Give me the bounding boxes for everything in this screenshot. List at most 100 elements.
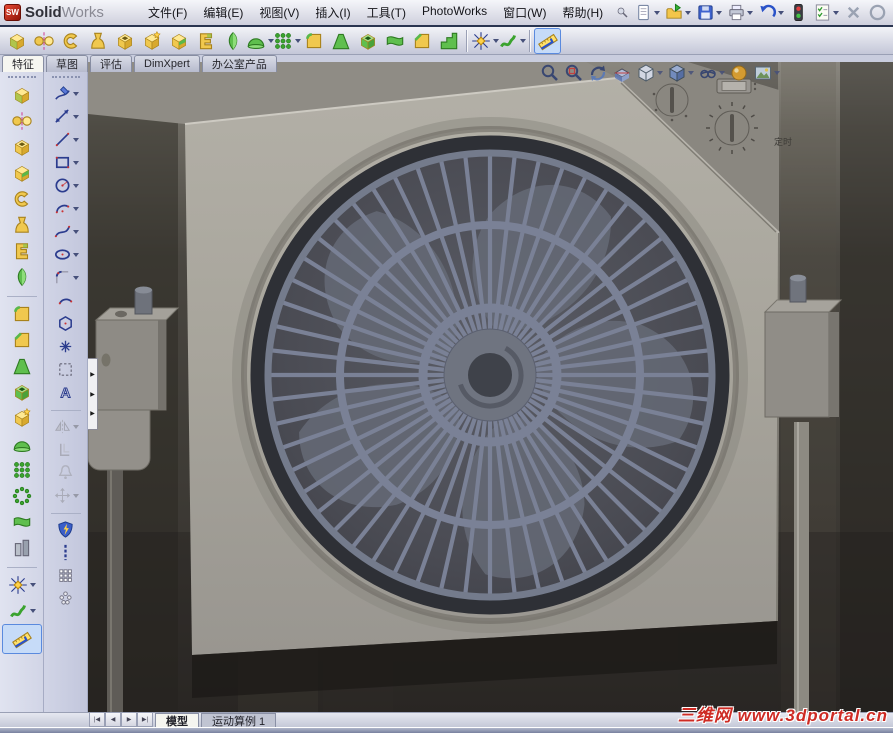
menu-item-6[interactable]: 窗口(W) — [495, 0, 554, 25]
dropdown-caret-icon[interactable] — [72, 183, 79, 188]
dome-button[interactable] — [2, 431, 42, 457]
edit-appearance-button[interactable] — [729, 63, 749, 83]
wrap-button[interactable] — [2, 509, 42, 535]
bottom-tab-1[interactable]: 运动算例 1 — [201, 713, 277, 728]
display-style-button[interactable] — [667, 63, 694, 83]
line-button[interactable] — [46, 128, 86, 151]
viewport-3d[interactable]: 定时 ▶ ▶ ▶ — [88, 62, 893, 712]
rebuild-button[interactable] — [867, 2, 888, 23]
toolbar-grip[interactable] — [51, 76, 80, 78]
tab-评估[interactable]: 评估 — [90, 55, 132, 72]
dropdown-caret-icon[interactable] — [747, 10, 753, 15]
dropdown-caret-icon[interactable] — [30, 609, 36, 613]
menu-item-3[interactable]: 插入(I) — [307, 0, 358, 25]
nav-previous-button[interactable]: ◀ — [105, 713, 121, 727]
dropdown-caret-icon[interactable] — [72, 91, 79, 96]
dropdown-caret-icon[interactable] — [72, 275, 79, 280]
menu-item-4[interactable]: 工具(T) — [359, 0, 414, 25]
hide-show-items-button[interactable] — [698, 63, 725, 83]
dropdown-caret-icon[interactable] — [72, 252, 79, 257]
shell-button[interactable] — [2, 379, 42, 405]
dropdown-caret-icon[interactable] — [72, 424, 79, 429]
quick-snaps-button[interactable] — [46, 518, 86, 541]
corner-rectangle-button[interactable] — [46, 151, 86, 174]
extruded-boss-button[interactable] — [3, 28, 30, 54]
chamfer-button[interactable] — [408, 28, 435, 54]
polygon-button[interactable] — [46, 312, 86, 335]
nav-last-button[interactable]: ▶| — [137, 713, 153, 727]
undo-button[interactable] — [757, 2, 785, 23]
circular-pattern-button[interactable] — [2, 483, 42, 509]
dropdown-caret-icon[interactable] — [72, 493, 79, 498]
lofted-boss-button[interactable] — [84, 28, 111, 54]
ellipse-button[interactable] — [46, 243, 86, 266]
dropdown-caret-icon[interactable] — [30, 583, 36, 587]
toolbar-grip[interactable] — [7, 76, 36, 78]
close-document-button[interactable] — [843, 2, 864, 23]
bottom-tab-0[interactable]: 模型 — [155, 713, 199, 728]
revolved-boss-button[interactable] — [30, 28, 57, 54]
lofted-boss-button[interactable] — [2, 212, 42, 238]
tangent-arc-button[interactable] — [46, 289, 86, 312]
fillet-button[interactable] — [2, 301, 42, 327]
tab-办公室产品[interactable]: 办公室产品 — [201, 55, 277, 72]
menu-item-2[interactable]: 视图(V) — [251, 0, 307, 25]
revolved-boss-button[interactable] — [2, 108, 42, 134]
nav-first-button[interactable]: |◀ — [89, 713, 105, 727]
dropdown-caret-icon[interactable] — [72, 114, 79, 119]
trim-entities-button[interactable] — [46, 358, 86, 381]
new-document-button[interactable] — [633, 2, 661, 23]
tab-草图[interactable]: 草图 — [46, 55, 88, 72]
text-button[interactable]: A — [46, 381, 86, 404]
chamfer-button[interactable] — [2, 327, 42, 353]
apply-scene-button[interactable] — [753, 63, 780, 83]
dome-button[interactable] — [246, 28, 274, 54]
point-button[interactable] — [46, 335, 86, 358]
hole-wizard-button[interactable] — [138, 28, 165, 54]
dropdown-caret-icon[interactable] — [716, 10, 722, 15]
swept-cut-button[interactable] — [192, 28, 219, 54]
linear-pattern-button[interactable] — [273, 28, 301, 54]
print-button[interactable] — [726, 2, 754, 23]
dropdown-caret-icon[interactable] — [72, 137, 79, 142]
fan-model-svg[interactable]: 定时 — [88, 62, 893, 712]
centerpoint-arc-button[interactable] — [46, 197, 86, 220]
dropdown-caret-icon[interactable] — [833, 10, 839, 15]
curves-button[interactable] — [2, 598, 42, 624]
mirror-button[interactable] — [2, 535, 42, 561]
lofted-cut-button[interactable] — [2, 264, 42, 290]
dropdown-caret-icon[interactable] — [72, 206, 79, 211]
circle-button[interactable] — [46, 174, 86, 197]
swept-boss-button[interactable] — [57, 28, 84, 54]
open-document-button[interactable] — [664, 2, 692, 23]
swept-cut-button[interactable] — [2, 238, 42, 264]
save-button[interactable] — [695, 2, 723, 23]
menu-item-5[interactable]: PhotoWorks — [414, 0, 495, 25]
view-orientation-button[interactable] — [636, 63, 663, 83]
sketch-button[interactable] — [46, 82, 86, 105]
linear-sketch-pattern-button[interactable] — [46, 564, 86, 587]
swept-boss-button[interactable] — [2, 186, 42, 212]
zoom-to-area-button[interactable] — [564, 63, 584, 83]
fillet-button[interactable] — [300, 28, 327, 54]
dropdown-caret-icon[interactable] — [72, 160, 79, 165]
tab-特征[interactable]: 特征 — [2, 55, 44, 72]
dropdown-caret-icon[interactable] — [719, 71, 725, 75]
revolved-cut-button[interactable] — [165, 28, 192, 54]
feature-tree-flyout[interactable]: ▶ ▶ ▶ — [88, 358, 98, 430]
reference-geometry-button[interactable] — [471, 28, 499, 54]
dropdown-caret-icon[interactable] — [688, 71, 694, 75]
dropdown-caret-icon[interactable] — [654, 10, 660, 15]
wrap-button[interactable] — [381, 28, 408, 54]
hole-wizard-button[interactable] — [2, 405, 42, 431]
extruded-cut-button[interactable] — [111, 28, 138, 54]
menu-item-0[interactable]: 文件(F) — [140, 0, 195, 25]
zoom-to-fit-button[interactable] — [540, 63, 560, 83]
revolved-cut-button[interactable] — [2, 160, 42, 186]
circular-sketch-pattern-button[interactable] — [46, 587, 86, 610]
linear-pattern-button[interactable] — [2, 457, 42, 483]
extruded-cut-button[interactable] — [2, 134, 42, 160]
fan-3d-model[interactable]: 定时 — [88, 62, 893, 712]
rotate-view-button[interactable] — [588, 63, 608, 83]
dropdown-caret-icon[interactable] — [657, 71, 663, 75]
